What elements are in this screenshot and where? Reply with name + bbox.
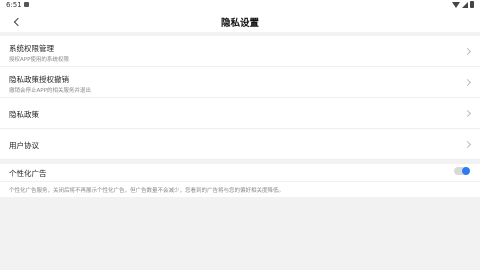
list-item-title: 隐私政策	[9, 110, 39, 119]
system-permissions-item[interactable]: 系统权限管理 授权APP使用的系统权限	[0, 36, 480, 67]
wifi-icon	[452, 1, 460, 8]
signal-icon	[462, 1, 468, 8]
personalized-ads-description: 个性化广告服务，关闭后将不再展示个性化广告，但广告数量不会减少，您看到的广告将与…	[9, 188, 285, 194]
list-item-subtitle: 授权APP使用的系统权限	[9, 57, 69, 63]
personalized-ads-label: 个性化广告	[9, 169, 47, 178]
chevron-right-icon	[463, 140, 472, 149]
status-icons	[452, 1, 474, 8]
list-item-title: 用户协议	[9, 141, 39, 150]
revoke-privacy-consent-item[interactable]: 隐私政策授权撤销 撤销会停止APP的相关服务并退出	[0, 67, 480, 98]
header: 隐私设置	[0, 11, 480, 32]
chevron-right-icon	[463, 109, 472, 118]
toggle-knob	[462, 167, 470, 175]
personalized-ads-toggle[interactable]	[454, 167, 470, 175]
user-agreement-item[interactable]: 用户协议	[0, 129, 480, 160]
divider	[0, 181, 480, 182]
privacy-policy-item[interactable]: 隐私政策	[0, 98, 480, 129]
notification-icon	[24, 2, 29, 7]
settings-list: 系统权限管理 授权APP使用的系统权限 隐私政策授权撤销 撤销会停止APP的相关…	[0, 36, 480, 160]
list-item-title: 隐私政策授权撤销	[9, 75, 69, 84]
personalized-ads-section: 个性化广告 个性化广告服务，关闭后将不再展示个性化广告，但广告数量不会减少，您看…	[0, 164, 480, 197]
chevron-right-icon	[463, 47, 472, 56]
status-bar: 6:51	[0, 0, 480, 11]
list-item-subtitle: 撤销会停止APP的相关服务并退出	[9, 88, 91, 94]
page-title: 隐私设置	[220, 18, 259, 29]
list-item-title: 系统权限管理	[9, 44, 54, 53]
chevron-right-icon	[463, 78, 472, 87]
battery-icon	[470, 1, 474, 8]
status-time: 6:51	[6, 1, 22, 9]
